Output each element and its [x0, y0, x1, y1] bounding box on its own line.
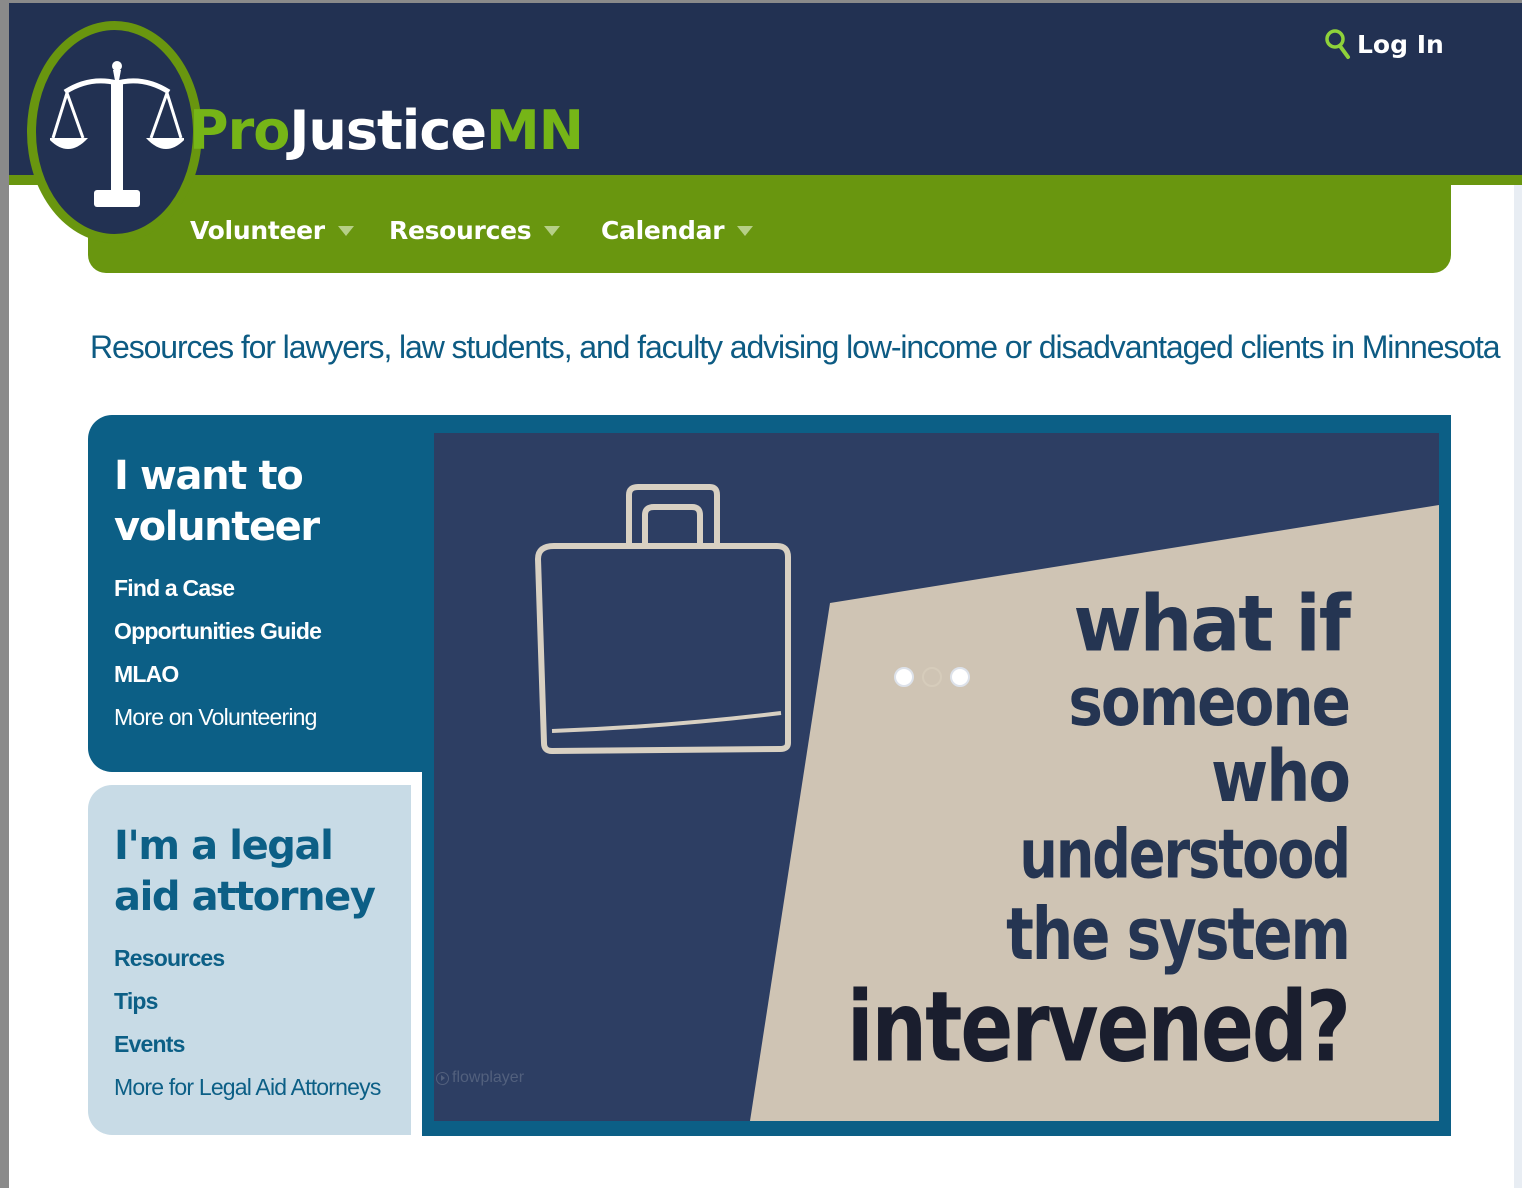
login-button[interactable]: Log In [1324, 26, 1444, 62]
nav-resources[interactable]: Resources [389, 209, 561, 251]
scales-of-justice-icon [50, 61, 184, 207]
volunteer-links: Find a Case Opportunities Guide MLAO Mor… [114, 567, 322, 739]
headline-line: intervened? [846, 971, 1351, 1085]
legal-aid-card: I'm a legal aid attorney Resources Tips … [88, 785, 411, 1135]
play-icon [436, 1071, 449, 1085]
volunteer-card: I want to volunteer Find a Case Opportun… [88, 415, 422, 772]
link-mlao[interactable]: MLAO [114, 653, 321, 696]
page: ProJusticeMN Log In Volunteer Resources … [9, 3, 1522, 1188]
link-tips[interactable]: Tips [114, 980, 381, 1023]
nav-volunteer-label: Volunteer [190, 215, 325, 245]
legal-aid-links: Resources Tips Events More for Legal Aid… [114, 937, 381, 1109]
video-headline: what if someone who understood the syste… [814, 578, 1351, 1084]
nav-volunteer[interactable]: Volunteer [190, 209, 354, 251]
flowplayer-logo[interactable]: flowplayer [436, 1069, 524, 1087]
nav-resources-label: Resources [389, 215, 532, 245]
brand-justice: Justice [289, 99, 487, 162]
page-right-edge [1514, 185, 1522, 1188]
brand-mn: MN [485, 99, 584, 162]
headline-line: someone [1068, 662, 1351, 742]
video-player[interactable]: what if someone who understood the syste… [434, 433, 1439, 1121]
briefcase-icon [535, 484, 791, 754]
volunteer-card-title: I want to volunteer [114, 453, 320, 550]
headline-line: what if [1073, 578, 1351, 670]
link-more-on-volunteering[interactable]: More on Volunteering [114, 696, 321, 739]
legal-aid-card-title: I'm a legal aid attorney [114, 823, 376, 920]
search-icon [1325, 29, 1350, 59]
chevron-down-icon [737, 226, 754, 236]
brand-pro: Pro [189, 99, 290, 162]
nav-calendar-label: Calendar [601, 215, 725, 245]
nav-calendar[interactable]: Calendar [601, 209, 754, 251]
chevron-down-icon [544, 226, 561, 236]
link-find-a-case[interactable]: Find a Case [114, 567, 321, 610]
link-events[interactable]: Events [114, 1023, 381, 1066]
flowplayer-label: flowplayer [452, 1069, 525, 1086]
link-more-for-legal-aid-attorneys[interactable]: More for Legal Aid Attorneys [114, 1066, 381, 1109]
page-tagline: Resources for lawyers, law students, and… [90, 329, 1501, 365]
link-opportunities-guide[interactable]: Opportunities Guide [114, 610, 322, 653]
brand-wordmark[interactable]: ProJusticeMN [189, 95, 584, 167]
link-resources[interactable]: Resources [114, 937, 381, 980]
login-label: Log In [1357, 29, 1444, 59]
chevron-down-icon [337, 226, 354, 236]
